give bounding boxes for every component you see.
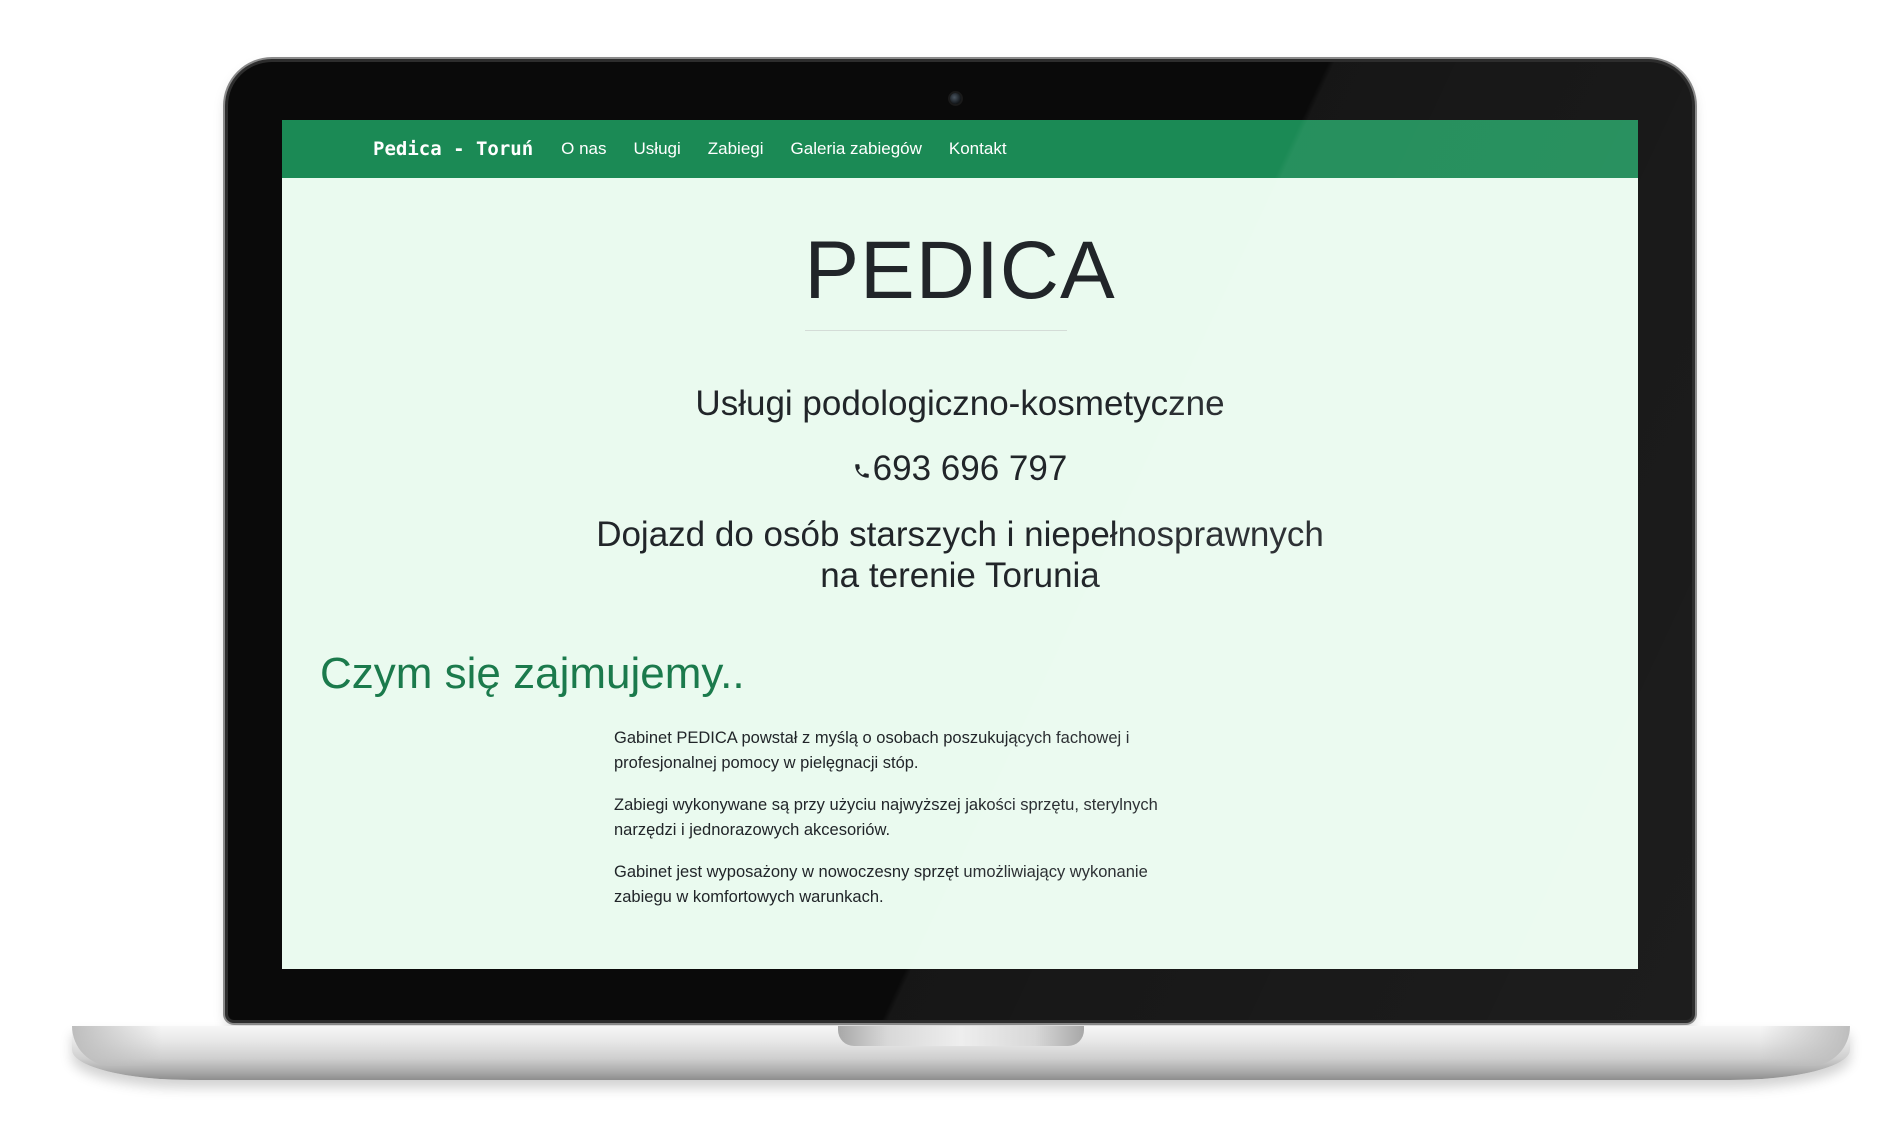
- browser-screen: Pedica - Toruń O nas Usługi Zabiegi Gale…: [282, 120, 1638, 969]
- section-paragraph: Gabinet PEDICA powstał z myślą o osobach…: [614, 729, 1130, 772]
- hero-title: PEDICA: [804, 225, 1116, 316]
- nav-link-zabiegi[interactable]: Zabiegi: [708, 139, 764, 159]
- phone-icon: [854, 464, 869, 478]
- section-content: Gabinet PEDICA powstał z myślą o osobach…: [614, 726, 1184, 927]
- travel-info-line-2: na terenie Torunia: [820, 556, 1100, 595]
- nav-link-uslugi[interactable]: Usługi: [634, 139, 681, 159]
- laptop-opening-notch: [838, 1026, 1084, 1046]
- travel-info: Dojazd do osób starszych i niepełnospraw…: [282, 514, 1638, 596]
- camera-icon: [950, 93, 961, 104]
- section-paragraph: Zabiegi wykonywane są przy użyciu najwyż…: [614, 796, 1158, 839]
- nav-link-kontakt[interactable]: Kontakt: [949, 139, 1007, 159]
- laptop-lid: Pedica - Toruń O nas Usługi Zabiegi Gale…: [228, 62, 1692, 1020]
- hero-subtitle: Usługi podologiczno-kosmetyczne: [695, 384, 1225, 423]
- section-paragraph: Gabinet jest wyposażony w nowoczesny spr…: [614, 863, 1148, 906]
- travel-info-line-1: Dojazd do osób starszych i niepełnospraw…: [596, 515, 1324, 554]
- laptop-mockup: Pedica - Toruń O nas Usługi Zabiegi Gale…: [0, 0, 1895, 1139]
- hero-divider: [805, 330, 1067, 331]
- section-title: Czym się zajmujemy..: [320, 649, 745, 698]
- nav-link-o-nas[interactable]: O nas: [561, 139, 606, 159]
- navbar-brand[interactable]: Pedica - Toruń: [373, 138, 533, 160]
- phone-number: 693 696 797: [872, 449, 1068, 488]
- navbar: Pedica - Toruń O nas Usługi Zabiegi Gale…: [282, 120, 1638, 178]
- phone-number-line[interactable]: 693 696 797: [282, 448, 1638, 490]
- nav-link-galeria[interactable]: Galeria zabiegów: [791, 139, 922, 159]
